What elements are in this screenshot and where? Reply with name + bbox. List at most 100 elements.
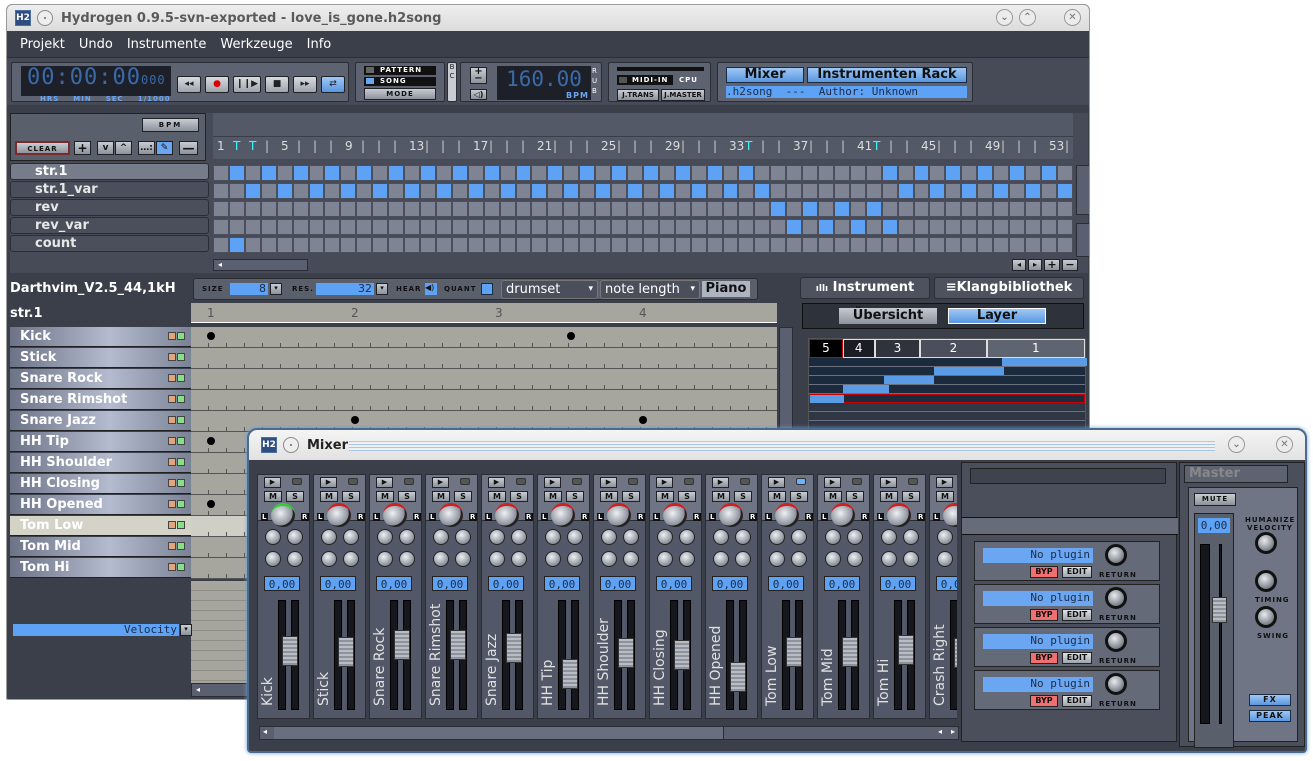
song-cell[interactable] <box>419 201 436 217</box>
song-cell[interactable] <box>1056 219 1073 235</box>
song-cell[interactable] <box>929 201 946 217</box>
song-cell[interactable] <box>802 165 819 181</box>
song-cell[interactable] <box>1025 237 1041 253</box>
minimize-icon[interactable]: ⌄ <box>1228 436 1245 453</box>
play-sample-button[interactable]: ▶ <box>656 477 673 488</box>
layer-velocity-range[interactable] <box>884 376 934 384</box>
song-cell[interactable] <box>547 201 564 217</box>
note-row[interactable] <box>191 390 777 411</box>
property-dropdown-icon[interactable]: ▾ <box>180 624 192 636</box>
pan-knob[interactable] <box>887 503 911 527</box>
velocity-property-select[interactable]: Velocity <box>13 624 179 636</box>
song-mode-toggle[interactable]: SONG <box>364 77 436 86</box>
fx-send-knob[interactable] <box>399 529 415 545</box>
fx-send-knob[interactable] <box>343 529 359 545</box>
song-cell[interactable] <box>467 237 484 253</box>
add-pattern-button[interactable]: + <box>74 141 91 155</box>
song-cell[interactable] <box>818 183 834 199</box>
song-cell[interactable] <box>754 201 771 217</box>
peak-button[interactable]: PEAK <box>1249 710 1291 722</box>
song-cell[interactable] <box>531 237 548 253</box>
song-cell[interactable] <box>499 165 516 181</box>
mute-button[interactable]: M <box>936 491 954 502</box>
song-cell[interactable] <box>961 183 978 199</box>
song-cell[interactable] <box>770 165 787 181</box>
song-cell[interactable] <box>1025 165 1041 181</box>
mute-button[interactable]: M <box>880 491 898 502</box>
mute-button[interactable]: M <box>824 491 842 502</box>
bc-toggle[interactable]: B C <box>447 62 457 102</box>
song-cell[interactable] <box>467 201 484 217</box>
song-cell[interactable] <box>913 165 930 181</box>
volume-fader[interactable] <box>282 636 298 667</box>
fx-send-knob[interactable] <box>601 551 617 567</box>
mute-toggle[interactable] <box>168 332 176 340</box>
song-cell[interactable] <box>611 219 627 235</box>
timing-knob[interactable] <box>1255 570 1277 592</box>
mute-button[interactable]: M <box>600 491 618 502</box>
song-cell[interactable] <box>738 201 755 217</box>
fx-send-knob[interactable] <box>847 529 863 545</box>
song-ruler[interactable]: 1 T T | 5 | | | 9 | | | 13 | | | 17 | | | 21 | | | 25 | | | 29 | | | 33 T… <box>213 113 1073 159</box>
song-cell[interactable] <box>483 219 500 235</box>
song-cell[interactable] <box>388 165 405 181</box>
song-vscroll[interactable] <box>1076 223 1089 257</box>
volume-fader[interactable] <box>674 639 690 670</box>
song-cell[interactable] <box>658 237 675 253</box>
song-cell[interactable] <box>260 237 277 253</box>
song-cell[interactable] <box>611 183 627 199</box>
song-cell[interactable] <box>228 165 245 181</box>
song-cell[interactable] <box>372 165 389 181</box>
mute-toggle[interactable] <box>168 500 176 508</box>
quantize-toggle-icon[interactable] <box>481 283 493 295</box>
solo-button[interactable]: S <box>678 491 696 502</box>
song-cell[interactable] <box>595 219 612 235</box>
song-cell[interactable] <box>849 183 866 199</box>
pan-knob[interactable] <box>719 503 743 527</box>
solo-toggle[interactable] <box>177 500 185 508</box>
solo-toggle[interactable] <box>177 416 185 424</box>
tab-library[interactable]: ≡Klangbibliothek <box>934 277 1084 299</box>
pattern-ruler[interactable]: 1 2 3 4 <box>191 303 777 323</box>
pattern-name-item[interactable]: str.1_var <box>10 181 209 198</box>
song-cell[interactable] <box>802 201 819 217</box>
song-cell[interactable] <box>738 219 755 235</box>
bypass-button[interactable]: BYP <box>1030 566 1058 578</box>
tab-overview[interactable]: Übersicht <box>839 308 937 324</box>
song-cell[interactable] <box>897 165 914 181</box>
song-cell[interactable] <box>531 201 548 217</box>
song-cell[interactable] <box>658 165 675 181</box>
song-cell[interactable] <box>961 237 978 253</box>
song-cell[interactable] <box>388 237 405 253</box>
song-cell[interactable] <box>340 183 357 199</box>
song-cell[interactable] <box>483 165 500 181</box>
song-cell[interactable] <box>1056 237 1073 253</box>
draw-mode-button[interactable]: ✎ <box>156 141 173 155</box>
song-cell[interactable] <box>1056 201 1073 217</box>
song-cell[interactable] <box>674 219 691 235</box>
tab-instrument[interactable]: ıllı Instrument <box>800 277 930 299</box>
song-cell[interactable] <box>356 237 373 253</box>
close-icon[interactable]: ✕ <box>1276 436 1293 453</box>
volume-fader[interactable] <box>898 635 914 666</box>
song-cell[interactable] <box>897 237 914 253</box>
song-cell[interactable] <box>276 237 293 253</box>
solo-button[interactable]: S <box>342 491 360 502</box>
solo-button[interactable]: S <box>846 491 864 502</box>
song-cell[interactable] <box>786 237 803 253</box>
song-cell[interactable] <box>897 219 914 235</box>
rewind-button[interactable]: ◂◂ <box>177 76 201 93</box>
song-cell[interactable] <box>642 201 659 217</box>
song-cell[interactable] <box>531 183 548 199</box>
pattern-name-item[interactable]: rev <box>10 199 209 216</box>
song-cell[interactable] <box>865 237 882 253</box>
song-cell[interactable] <box>626 219 643 235</box>
menu-undo[interactable]: Undo <box>79 37 113 52</box>
song-cell[interactable] <box>435 165 452 181</box>
song-cell[interactable] <box>897 201 914 217</box>
song-cell[interactable] <box>579 183 596 199</box>
layer-row[interactable] <box>809 376 1085 385</box>
song-cell[interactable] <box>324 183 341 199</box>
timeline-bar[interactable] <box>213 113 1073 137</box>
song-cell[interactable] <box>993 201 1010 217</box>
